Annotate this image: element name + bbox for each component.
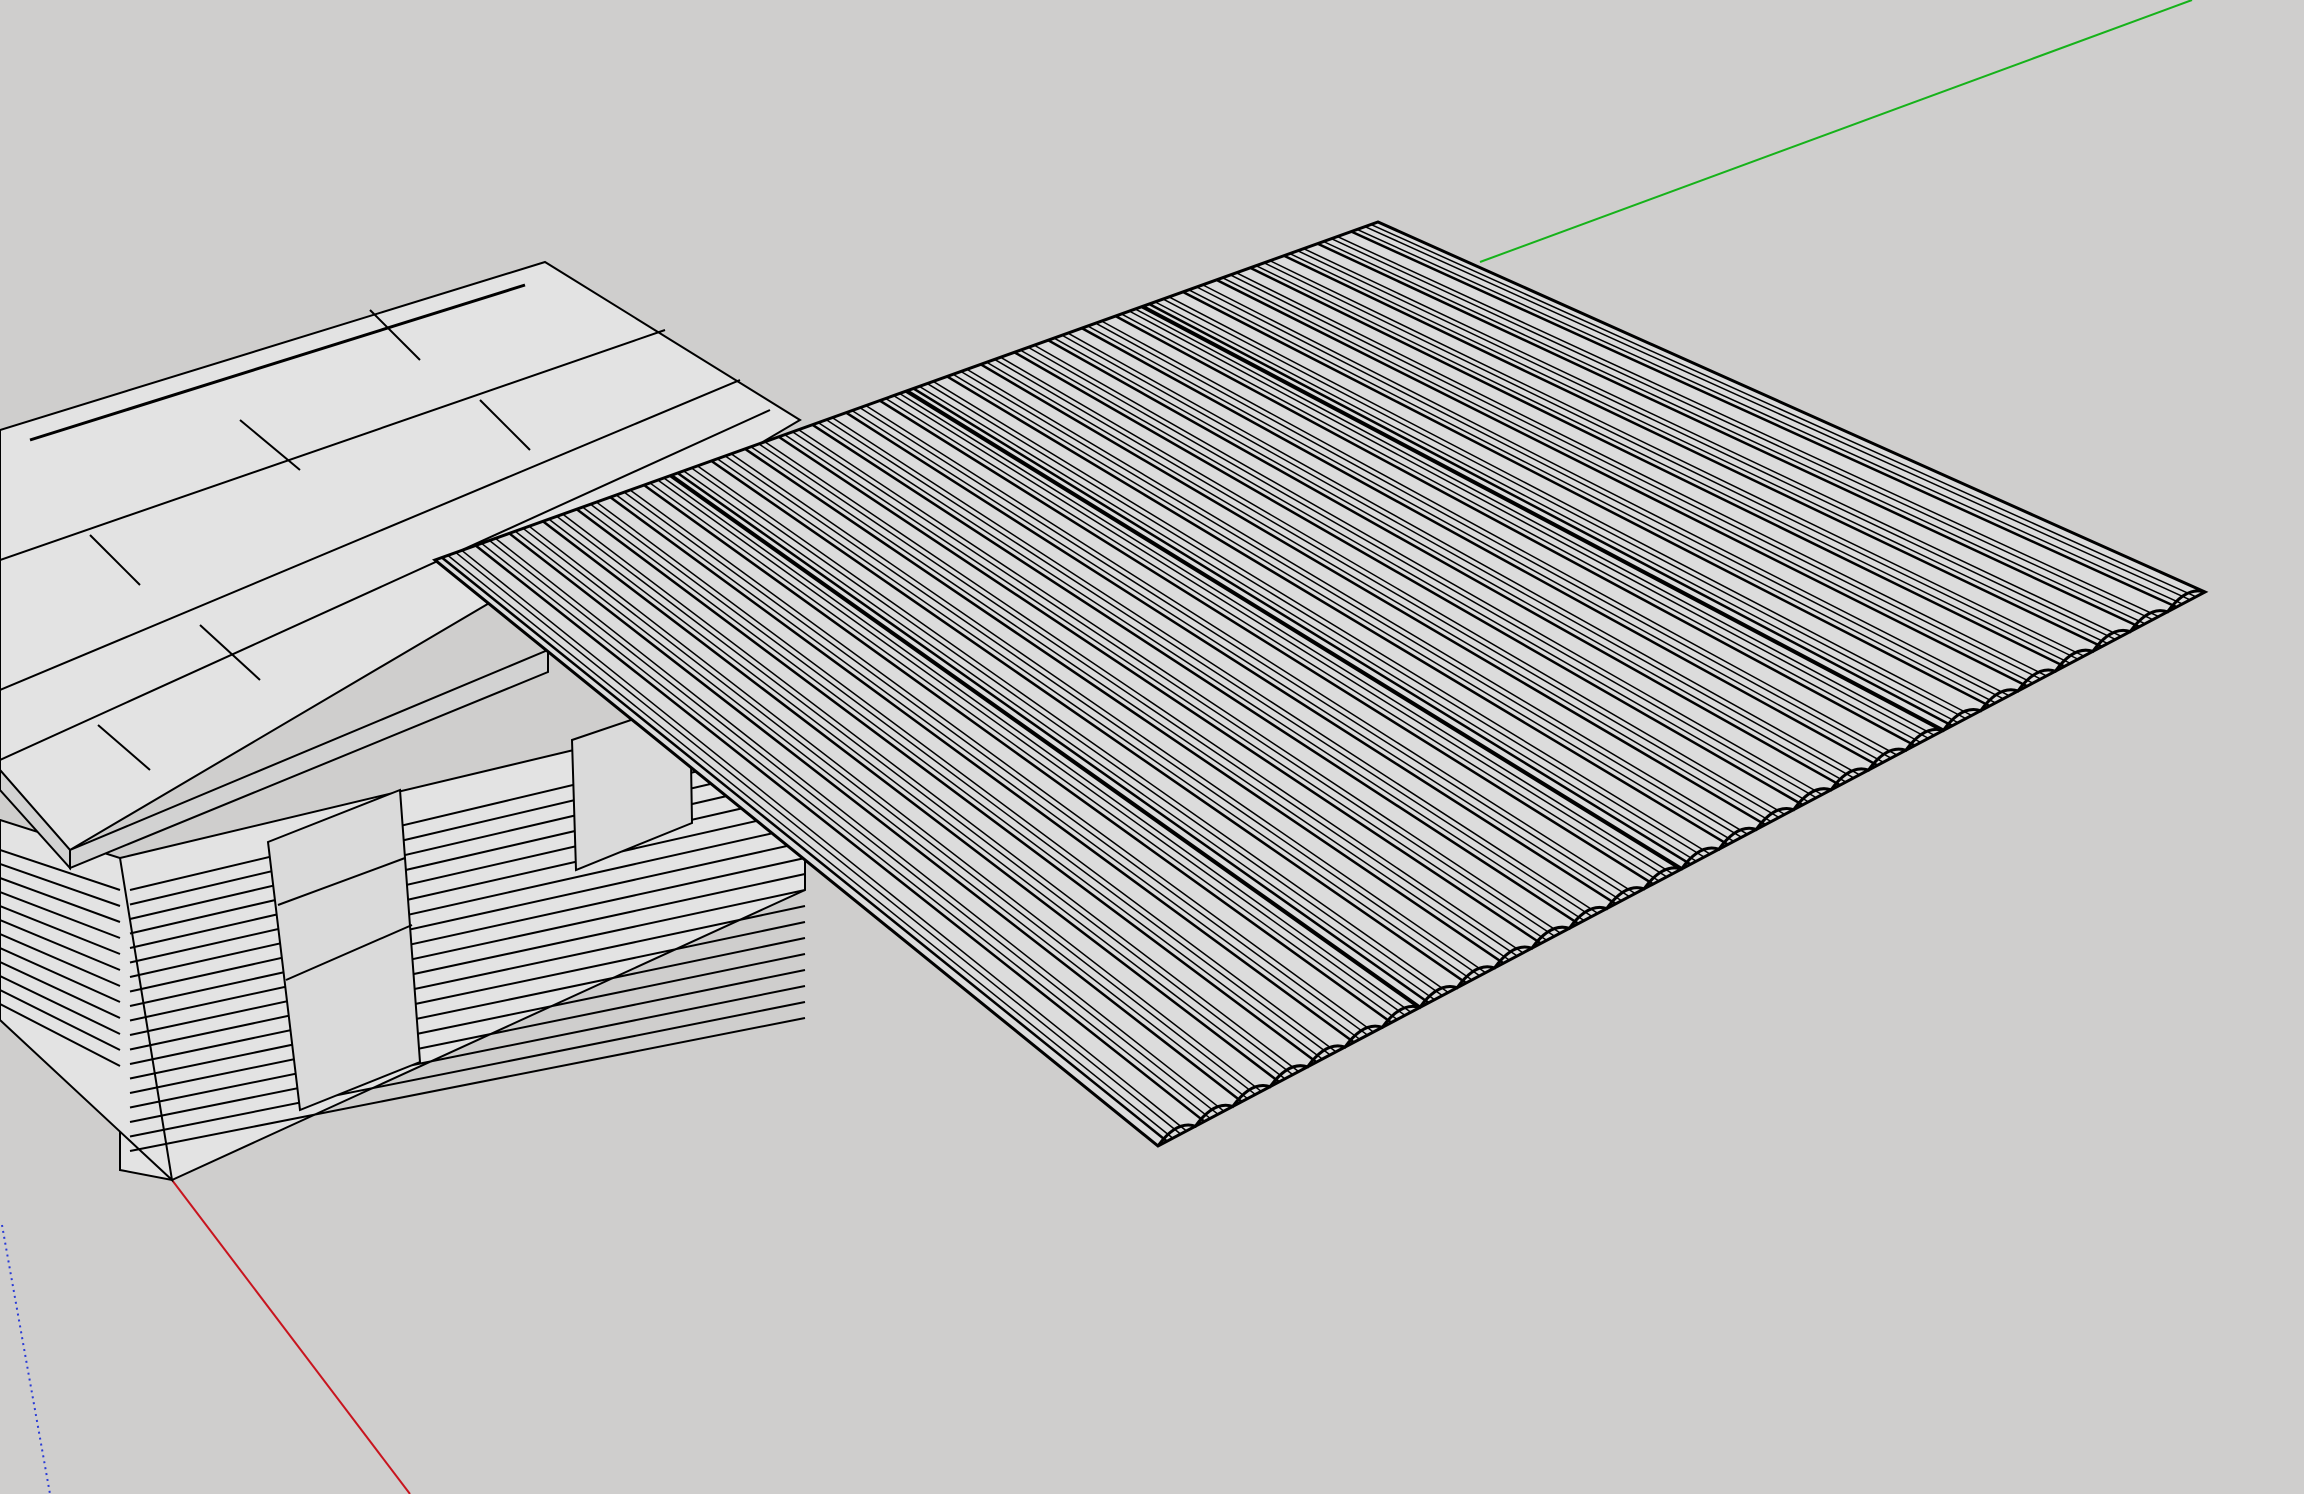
model-canvas[interactable]: [0, 0, 2304, 1494]
3d-viewport[interactable]: [0, 0, 2304, 1494]
red-axis: [171, 1179, 411, 1494]
green-axis: [1479, 0, 2193, 263]
blue-axis: [1, 1224, 51, 1494]
